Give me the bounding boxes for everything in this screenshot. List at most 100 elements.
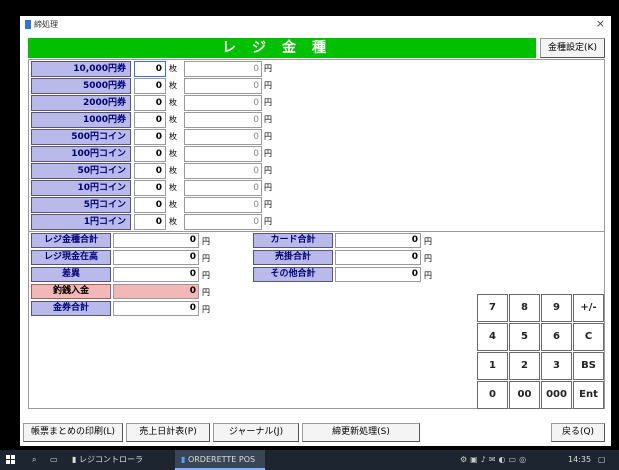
denomination-label: 10円コイン <box>31 180 131 196</box>
unit-yen: 円 <box>202 237 210 246</box>
keypad-key[interactable]: BS <box>573 352 604 380</box>
unit-yen: 円 <box>264 64 272 73</box>
total-label: レジ現金在高 <box>31 250 111 265</box>
unit-yen: 円 <box>264 98 272 107</box>
denomination-label: 10,000円券 <box>31 61 131 77</box>
total-value[interactable]: 0 <box>113 284 199 299</box>
total-label: 差異 <box>31 267 111 282</box>
unit-yen: 円 <box>264 200 272 209</box>
amount-field: 0 <box>184 129 262 145</box>
taskbar-app-orderette-pos[interactable]: ▮ ORDERETTE POS <box>175 450 265 470</box>
unit-mai: 枚 <box>169 98 177 107</box>
clock[interactable]: 14:35 <box>568 450 591 470</box>
daily-report-button[interactable]: 売上日計表(P) <box>126 423 210 442</box>
unit-mai: 枚 <box>169 132 177 141</box>
windows-start-icon[interactable] <box>6 455 16 465</box>
search-icon[interactable]: ⌕ <box>32 450 36 470</box>
numeric-keypad: 7 8 9 +/- 4 5 6 C 1 2 3 BS 0 00 000 Ent <box>477 294 605 409</box>
keypad-key[interactable]: 1 <box>477 352 508 380</box>
app-icon: ▮ <box>72 455 79 464</box>
total-label: 金券合計 <box>31 301 111 316</box>
taskbar-app-register-controller[interactable]: ▮ レジコントローラ <box>72 450 152 470</box>
count-input[interactable]: 0 <box>134 214 166 230</box>
denomination-label: 500円コイン <box>31 129 131 145</box>
keypad-key[interactable]: C <box>573 323 604 351</box>
unit-yen: 円 <box>202 271 210 280</box>
unit-yen: 円 <box>264 149 272 158</box>
unit-mai: 枚 <box>169 115 177 124</box>
count-input[interactable]: 0 <box>134 112 166 128</box>
amount-field: 0 <box>184 214 262 230</box>
amount-field: 0 <box>184 61 262 77</box>
keypad-key[interactable]: +/- <box>573 294 604 322</box>
amount-field: 0 <box>184 197 262 213</box>
amount-field: 0 <box>184 163 262 179</box>
journal-button[interactable]: ジャーナル(J) <box>213 423 299 442</box>
count-input[interactable]: 0 <box>134 78 166 94</box>
unit-yen: 円 <box>264 166 272 175</box>
keypad-key[interactable]: 2 <box>509 352 540 380</box>
denomination-settings-button[interactable]: 金種設定(K) <box>540 38 605 58</box>
notification-icon[interactable]: ▢ <box>598 450 606 470</box>
unit-yen: 円 <box>202 254 210 263</box>
count-input[interactable]: 0 <box>134 197 166 213</box>
closing-window: 締処理 × レジ金種 金種設定(K) 10,000円券 0 枚 0 円 5000円券 0 枚 0… <box>20 16 611 446</box>
app-icon <box>25 20 31 29</box>
print-summary-button[interactable]: 帳票まとめの印刷(L) <box>23 423 123 442</box>
keypad-key[interactable]: 3 <box>541 352 572 380</box>
amount-field: 0 <box>184 112 262 128</box>
unit-yen: 円 <box>424 237 432 246</box>
denomination-label: 1000円券 <box>31 112 131 128</box>
total-value: 0 <box>335 250 421 265</box>
count-input[interactable]: 0 <box>134 146 166 162</box>
denomination-label: 50円コイン <box>31 163 131 179</box>
count-input[interactable]: 0 <box>134 129 166 145</box>
keypad-key[interactable]: 8 <box>509 294 540 322</box>
count-input[interactable]: 0 <box>134 61 166 77</box>
amount-field: 0 <box>184 95 262 111</box>
denomination-label: 2000円券 <box>31 95 131 111</box>
amount-field: 0 <box>184 146 262 162</box>
keypad-key[interactable]: 0 <box>477 381 508 409</box>
app-icon: ▮ <box>181 455 188 464</box>
total-label: レジ金種合計 <box>31 233 111 248</box>
task-view-icon[interactable]: ▭ <box>50 450 58 470</box>
keypad-key[interactable]: 9 <box>541 294 572 322</box>
count-input[interactable]: 0 <box>134 163 166 179</box>
keypad-key[interactable]: 4 <box>477 323 508 351</box>
denomination-panel: 10,000円券 0 枚 0 円 5000円券 0 枚 0 円 2000円券 0 枚 0 円 1000円券 0 枚… <box>28 59 605 232</box>
unit-yen: 円 <box>424 271 432 280</box>
unit-yen: 円 <box>424 254 432 263</box>
keypad-key[interactable]: 00 <box>509 381 540 409</box>
unit-mai: 枚 <box>169 64 177 73</box>
total-label: 売掛合計 <box>253 250 333 265</box>
close-icon[interactable]: × <box>596 17 605 30</box>
total-value: 0 <box>113 267 199 282</box>
taskbar: ⌕ ▭ ▮ レジコントローラ ▮ ORDERETTE POS ⚙▣♪✉◐▭◎ 1… <box>0 450 619 470</box>
denomination-label: 5円コイン <box>31 197 131 213</box>
keypad-key[interactable]: 6 <box>541 323 572 351</box>
total-label: 釣銭入金 <box>31 284 111 299</box>
unit-mai: 枚 <box>169 166 177 175</box>
system-tray-icons[interactable]: ⚙▣♪✉◐▭◎ <box>460 450 529 470</box>
unit-mai: 枚 <box>169 217 177 226</box>
page-title: レジ金種 <box>28 38 536 58</box>
unit-yen: 円 <box>264 81 272 90</box>
back-button[interactable]: 戻る(Q) <box>551 423 605 442</box>
unit-yen: 円 <box>202 305 210 314</box>
total-value: 0 <box>113 233 199 248</box>
amount-field: 0 <box>184 180 262 196</box>
close-update-button[interactable]: 締更新処理(S) <box>302 423 420 442</box>
keypad-key[interactable]: Ent <box>573 381 604 409</box>
unit-yen: 円 <box>264 183 272 192</box>
unit-yen: 円 <box>264 115 272 124</box>
count-input[interactable]: 0 <box>134 180 166 196</box>
count-input[interactable]: 0 <box>134 95 166 111</box>
title-bar: 締処理 × <box>20 16 611 34</box>
total-value: 0 <box>335 267 421 282</box>
keypad-key[interactable]: 7 <box>477 294 508 322</box>
unit-mai: 枚 <box>169 183 177 192</box>
denomination-label: 5000円券 <box>31 78 131 94</box>
keypad-key[interactable]: 5 <box>509 323 540 351</box>
keypad-key[interactable]: 000 <box>541 381 572 409</box>
